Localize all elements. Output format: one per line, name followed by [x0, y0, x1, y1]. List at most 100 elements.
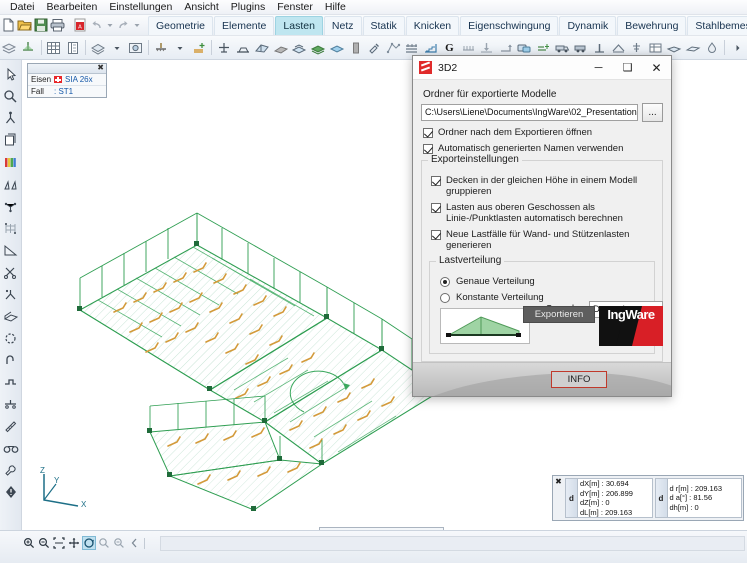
layers-icon[interactable] — [1, 38, 18, 58]
slab-icon[interactable] — [272, 38, 289, 58]
redo-icon[interactable] — [116, 16, 131, 35]
checkbox-row-open-folder[interactable]: Ordner nach dem Exportieren öffnen — [423, 127, 663, 138]
dialog-close-button[interactable]: ✕ — [642, 56, 671, 80]
menu-item-datei[interactable]: Datei — [4, 0, 41, 14]
hook-icon[interactable] — [1, 349, 21, 371]
pdf-export-icon[interactable]: A — [73, 16, 87, 35]
checkbox-row-auto-upper-loads[interactable]: Lasten aus oberen Geschossen als Linie-/… — [431, 202, 655, 224]
support-dropdown-icon[interactable] — [172, 38, 189, 58]
undo-dropdown-icon[interactable] — [106, 16, 114, 35]
circular-arrows-icon[interactable] — [1, 327, 21, 349]
screenshot-icon[interactable] — [127, 38, 144, 58]
tab-stahlbemessung[interactable]: Stahlbemessung — [687, 15, 747, 35]
info-button[interactable]: INFO — [551, 371, 607, 388]
area-icon[interactable] — [329, 38, 346, 58]
surface-load-icon[interactable] — [254, 38, 271, 58]
plate-load-icon[interactable] — [291, 38, 308, 58]
menu-item-einstellungen[interactable]: Einstellungen — [103, 0, 178, 14]
zoom-window-icon[interactable] — [97, 536, 111, 550]
fire-load-icon[interactable] — [704, 38, 721, 58]
vertex-edit-icon[interactable] — [1, 195, 21, 217]
wall-icon[interactable] — [347, 38, 364, 58]
rotate-view-icon[interactable] — [82, 536, 96, 550]
add-load-icon[interactable] — [190, 38, 207, 58]
branch-node-icon[interactable] — [1, 283, 21, 305]
group-slabs-checkbox[interactable] — [431, 176, 441, 186]
volume-icon[interactable] — [310, 38, 327, 58]
offset-line-icon[interactable] — [1, 371, 21, 393]
dialog-minimize-button[interactable]: ─ — [584, 56, 613, 80]
legend-box[interactable]: ✖ Eisen SIA 26x Fall : ST1 — [27, 63, 107, 98]
undo-icon[interactable] — [89, 16, 104, 35]
extrude-icon[interactable] — [1, 305, 21, 327]
dialog-title-bar[interactable]: 3D2 ─ ❑ ✕ — [413, 56, 671, 80]
export-dialog[interactable]: 3D2 ─ ❑ ✕ Ordner für exportierte Modelle… — [412, 55, 672, 397]
redo-dropdown-icon[interactable] — [133, 16, 141, 35]
auto-upper-loads-checkbox[interactable] — [431, 203, 441, 213]
legend-close-icon[interactable]: ✖ — [97, 63, 104, 73]
tab-bewehrung[interactable]: Bewehrung — [617, 15, 687, 35]
diagram-compare-icon[interactable] — [1, 173, 21, 195]
exact-distribution-radio[interactable] — [440, 276, 450, 287]
wrench-icon[interactable] — [1, 459, 21, 481]
folder-path-input[interactable]: C:\Users\Liene\Documents\IngWare\02_Pres… — [421, 104, 638, 121]
tab-statik[interactable]: Statik — [362, 15, 405, 35]
tab-eigenschwingung[interactable]: Eigenschwingung — [460, 15, 559, 35]
menu-item-plugins[interactable]: Plugins — [225, 0, 271, 14]
info-panel-close-icon[interactable]: ✖ — [553, 476, 564, 520]
book-dropdown-icon[interactable] — [109, 38, 126, 58]
support-load-icon[interactable] — [153, 38, 170, 58]
new-loadcases-checkbox[interactable] — [431, 230, 441, 240]
line-support-icon[interactable] — [235, 38, 252, 58]
zoom-fit-icon[interactable] — [52, 536, 66, 550]
ruler-icon[interactable] — [1, 415, 21, 437]
snow-load-icon[interactable] — [685, 38, 702, 58]
radio-row-exact[interactable]: Genaue Verteilung — [440, 276, 647, 287]
new-file-icon[interactable] — [1, 16, 15, 35]
bearing-icon[interactable] — [1, 393, 21, 415]
menu-item-bearbeiten[interactable]: Bearbeiten — [41, 0, 104, 14]
grid-points-icon[interactable] — [1, 217, 21, 239]
menu-item-ansicht[interactable]: Ansicht — [178, 0, 224, 14]
tab-geometrie[interactable]: Geometrie — [148, 15, 214, 35]
print-icon[interactable] — [50, 16, 65, 35]
zoom-out-icon[interactable] — [37, 536, 51, 550]
paint-icon[interactable] — [366, 38, 383, 58]
properties-icon[interactable] — [64, 38, 81, 58]
tab-elemente[interactable]: Elemente — [214, 15, 275, 35]
book-icon[interactable] — [90, 38, 107, 58]
mesh-icon[interactable] — [385, 38, 402, 58]
open-folder-checkbox[interactable] — [423, 128, 433, 138]
auto-name-checkbox[interactable] — [423, 144, 433, 154]
tab-lasten[interactable]: Lasten — [275, 15, 323, 35]
constant-distribution-radio[interactable] — [440, 292, 450, 303]
browse-folder-button[interactable]: ... — [642, 103, 663, 122]
measurement-info-panel[interactable]: ✖ d dX[m] : 30.694 dY[m] : 206.899 dZ[m]… — [552, 475, 744, 521]
zoom-select-icon[interactable] — [1, 85, 21, 107]
menu-item-hilfe[interactable]: Hilfe — [319, 0, 352, 14]
color-palette-icon[interactable] — [1, 151, 21, 173]
checkbox-row-auto-name[interactable]: Automatisch generierten Namen verwenden — [423, 143, 663, 154]
export-button[interactable]: Exportieren — [523, 306, 595, 323]
tab-dynamik[interactable]: Dynamik — [559, 15, 617, 35]
tab-knicken[interactable]: Knicken — [405, 15, 460, 35]
tab-netz[interactable]: Netz — [323, 15, 362, 35]
grid-table-icon[interactable] — [45, 38, 62, 58]
structure-icon[interactable] — [20, 38, 37, 58]
angle-measure-icon[interactable] — [1, 239, 21, 261]
checkbox-row-group-slabs[interactable]: Decken in der gleichen Höhe in einem Mod… — [431, 175, 655, 197]
binoculars-icon[interactable] — [1, 437, 21, 459]
scissors-icon[interactable] — [1, 261, 21, 283]
dialog-maximize-button[interactable]: ❑ — [613, 56, 642, 80]
copy-region-icon[interactable] — [1, 129, 21, 151]
toolbar-overflow-icon[interactable] — [729, 38, 746, 58]
collapse-icon[interactable] — [127, 536, 141, 550]
open-file-icon[interactable] — [17, 16, 32, 35]
node-support-icon[interactable] — [216, 38, 233, 58]
info-marker-icon[interactable] — [1, 481, 21, 503]
node-select-icon[interactable] — [1, 107, 21, 129]
zoom-in-icon[interactable] — [22, 536, 36, 550]
select-cursor-icon[interactable] — [1, 63, 21, 85]
checkbox-row-new-loadcases[interactable]: Neue Lastfälle für Wand- und Stützenlast… — [431, 229, 655, 251]
pan-icon[interactable] — [67, 536, 81, 550]
